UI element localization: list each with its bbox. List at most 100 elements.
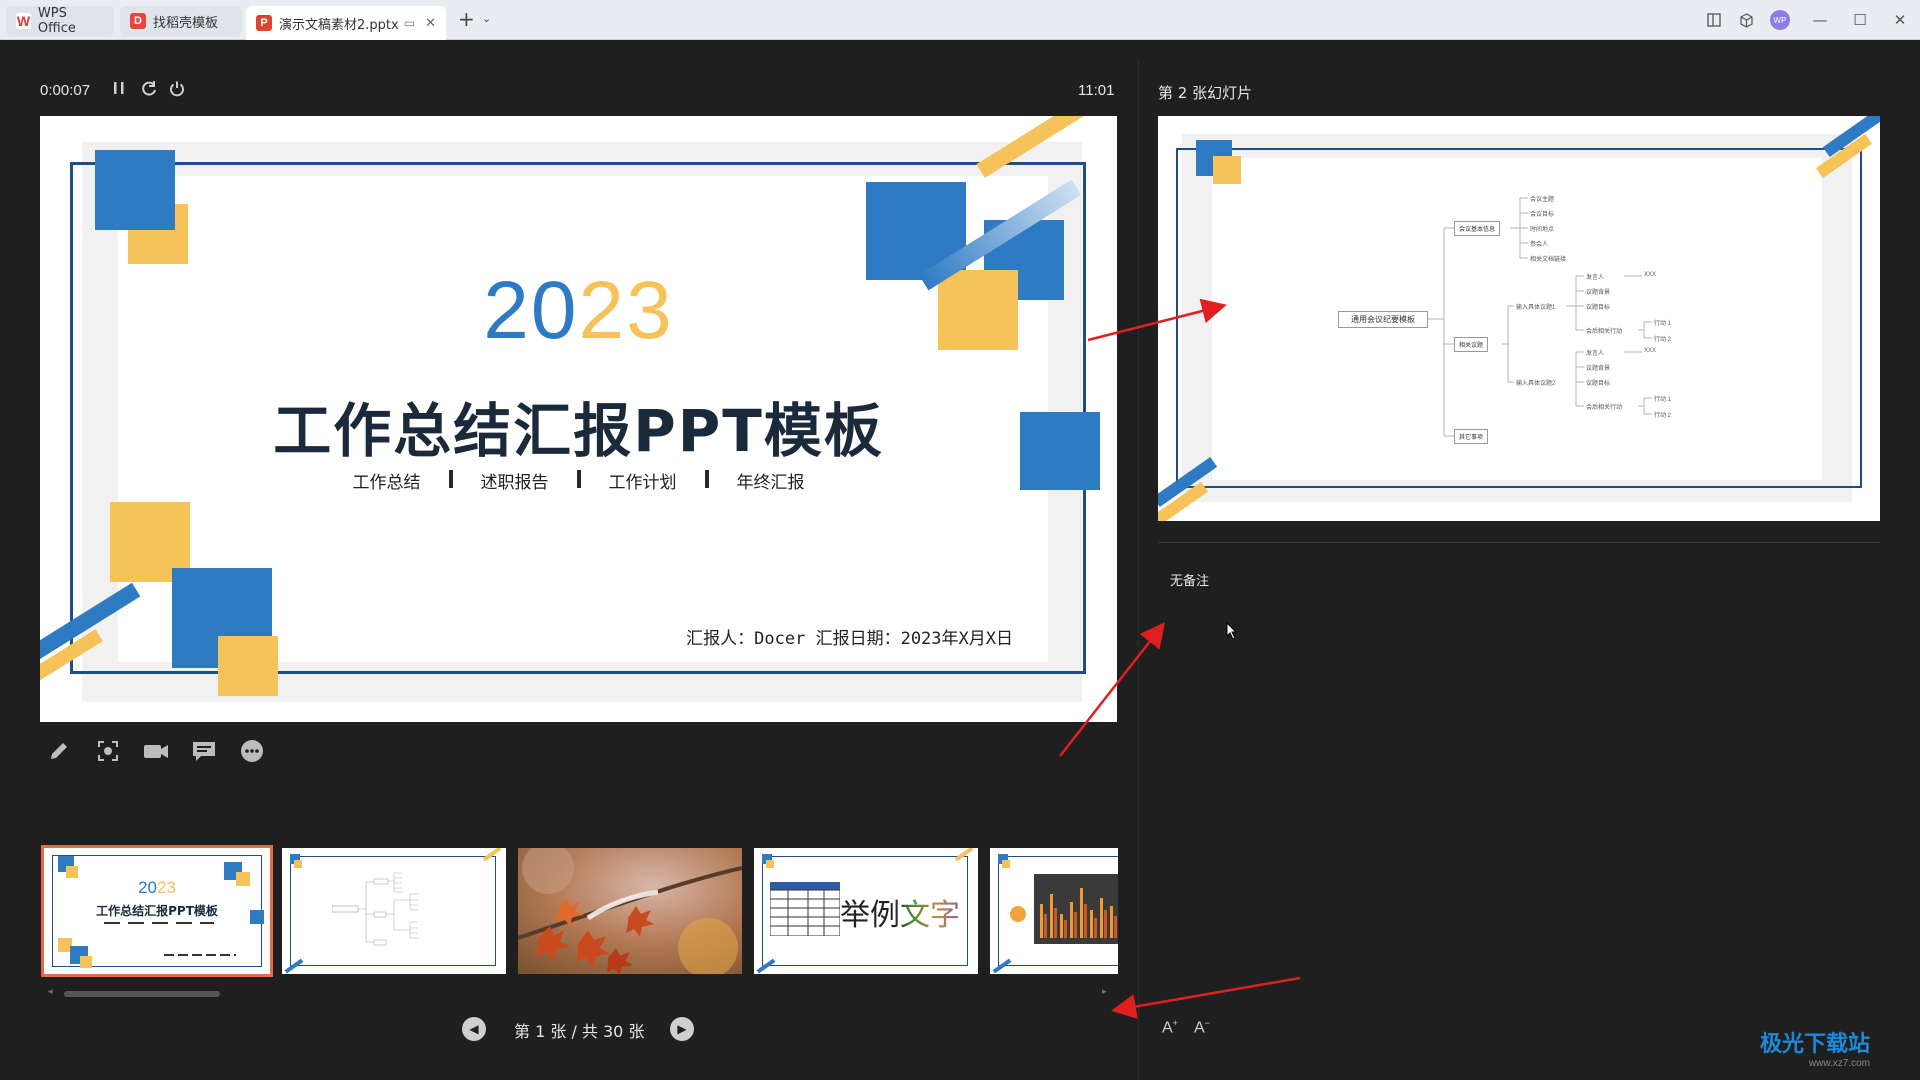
maximize-button[interactable]: ☐ xyxy=(1848,8,1872,32)
tab-bar: W WPS Office D 找稻壳模板 P 演示文稿素材2.pptx ▭ ✕ … xyxy=(0,0,1920,40)
mindmap-branch: 其它事项 xyxy=(1454,429,1489,444)
mindmap-branch: 相关议题 xyxy=(1454,337,1489,352)
thumb-mindmap xyxy=(332,872,418,946)
pause-icon[interactable] xyxy=(112,80,126,101)
thumbnail-scrollbar[interactable] xyxy=(64,991,220,997)
thumbnail-slide-3[interactable] xyxy=(518,848,742,974)
camera-icon[interactable] xyxy=(142,738,170,764)
thumb-title: 工作总结汇报PPT模板 xyxy=(96,904,218,918)
pen-icon[interactable] xyxy=(45,738,73,764)
next-slide-label: 第 2 张幻灯片 xyxy=(1158,84,1253,102)
close-window-button[interactable]: ✕ xyxy=(1888,8,1912,32)
thumbnail-slide-1[interactable]: 2023 工作总结汇报PPT模板 xyxy=(41,845,273,977)
thumb-bar-chart xyxy=(1034,874,1118,944)
notes-divider xyxy=(1158,542,1880,543)
thumb-reporter-line xyxy=(164,954,236,956)
decor-square xyxy=(66,866,78,878)
watermark-url: www.xz7.com xyxy=(1808,1058,1871,1069)
scroll-right-arrow[interactable]: ▸ xyxy=(1102,987,1107,997)
mindmap-leaf: 行动 1 xyxy=(1654,321,1672,327)
thumb-year-blue: 20 xyxy=(138,878,157,897)
thumb-table xyxy=(770,882,840,936)
mindmap-leaf: 会议目标 xyxy=(1530,212,1555,218)
mindmap-root: 通用会议纪要模板 xyxy=(1338,311,1428,328)
reset-icon[interactable] xyxy=(140,80,158,103)
elapsed-timer: 0:00:07 xyxy=(40,82,91,99)
mindmap-leaf: 输入具体议题2 xyxy=(1516,381,1556,387)
minimize-button[interactable]: — xyxy=(1808,8,1832,32)
mindmap-leaf: 议题目标 xyxy=(1586,305,1611,311)
user-avatar[interactable]: WP xyxy=(1768,8,1792,32)
close-tab-icon[interactable]: ✕ xyxy=(425,16,436,31)
speaker-notes[interactable]: 无备注 xyxy=(1170,570,1209,589)
subtitle-icon[interactable] xyxy=(190,738,218,764)
current-time: 11:01 xyxy=(1078,82,1115,99)
font-increase-button[interactable]: A+ xyxy=(1162,1018,1178,1037)
font-decrease-button[interactable]: A− xyxy=(1194,1018,1210,1037)
mindmap-leaf: 会后相关行动 xyxy=(1586,329,1623,335)
slide-subtitles: 工作总结 述职报告 工作计划 年终汇报 xyxy=(40,468,1117,493)
autumn-leaves-photo xyxy=(518,848,742,974)
thumbnail-slide-5[interactable] xyxy=(990,848,1118,974)
mindmap-leaf: 议题目标 xyxy=(1586,381,1611,387)
previous-slide-button[interactable]: ◀ xyxy=(462,1017,486,1041)
tab-label: 找稻壳模板 xyxy=(153,15,219,31)
tab-docer-templates[interactable]: D 找稻壳模板 xyxy=(120,6,242,36)
subtitle-item: 年终汇报 xyxy=(736,473,805,493)
mindmap-leaf: XXX xyxy=(1644,348,1657,354)
thumbnail-slide-2[interactable] xyxy=(282,848,506,974)
page-indicator: 第 1 张 / 共 30 张 xyxy=(514,1022,645,1041)
mindmap-connectors xyxy=(1428,197,1652,437)
new-tab-button[interactable]: + xyxy=(458,9,475,29)
mindmap-leaf: 议题背景 xyxy=(1586,290,1611,296)
decor-square xyxy=(95,150,175,230)
thumbnail-slide-4[interactable]: 举例文字 xyxy=(754,848,978,974)
mindmap-leaf: 输入具体议题1 xyxy=(1516,305,1556,311)
more-options-icon[interactable] xyxy=(238,738,266,764)
mindmap-leaf: 行动 1 xyxy=(1654,397,1672,403)
slide-title: 工作总结汇报PPT模板 xyxy=(273,397,884,465)
decor-square xyxy=(294,860,302,868)
monitor-icon[interactable]: ▭ xyxy=(404,16,415,30)
watermark: 极光下载站 www.xz7.com xyxy=(1760,1026,1870,1069)
slide-year: 2023 xyxy=(40,264,1117,358)
tab-wps-office[interactable]: W WPS Office xyxy=(6,6,114,36)
mindmap-leaf: 相关文档链接 xyxy=(1530,257,1567,263)
thumb-subtitle-line xyxy=(104,922,214,924)
mindmap-leaf: 发言人 xyxy=(1586,351,1605,357)
subtitle-item: 工作总结 xyxy=(352,473,421,493)
year-part-yellow: 23 xyxy=(578,265,674,356)
power-icon[interactable] xyxy=(168,80,186,103)
decor-square xyxy=(218,636,278,696)
mindmap-leaf: 会议主题 xyxy=(1530,197,1555,203)
year-part-blue: 20 xyxy=(483,265,579,356)
scroll-left-arrow[interactable]: ◂ xyxy=(48,987,53,997)
thumb-sample-text: 举例文字 xyxy=(840,890,960,934)
mindmap-leaf: XXX xyxy=(1644,272,1657,278)
tab-presentation-file[interactable]: P 演示文稿素材2.pptx ▭ ✕ xyxy=(246,6,446,40)
ppt-file-icon: P xyxy=(256,15,272,31)
current-slide[interactable]: 2023 工作总结汇报PPT模板 工作总结 述职报告 工作计划 年终汇报 汇报人… xyxy=(40,116,1117,722)
thumb-year: 2023 xyxy=(44,878,270,898)
wps-logo-icon: W xyxy=(16,13,31,29)
slide-reporter: 汇报人：Docer 汇报日期：2023年X月X日 xyxy=(686,629,1013,649)
mindmap-leaf: 会后相关行动 xyxy=(1586,405,1623,411)
watermark-logo: 极光下载站 xyxy=(1760,1032,1871,1057)
cube-icon[interactable] xyxy=(1734,8,1758,32)
docer-logo-icon: D xyxy=(130,13,146,29)
screen-focus-icon[interactable] xyxy=(94,738,122,764)
next-slide-preview[interactable]: 通用会议纪要模板 会议基本信息 相关议题 其它事项 会议主题 会议目标 时间地点… xyxy=(1158,116,1880,521)
thumb-year-yellow: 23 xyxy=(157,878,176,897)
mindmap-leaf: 行动 2 xyxy=(1654,337,1672,343)
mindmap-leaf: 行动 2 xyxy=(1654,413,1672,419)
thumb-sample-text-label: 举例文字 xyxy=(840,898,960,933)
mindmap-leaf: 参会人 xyxy=(1530,242,1549,248)
decor-square xyxy=(80,956,92,968)
thumb-badge xyxy=(1010,906,1026,922)
next-slide-button[interactable]: ▶ xyxy=(670,1017,694,1041)
tab-label: 演示文稿素材2.pptx xyxy=(279,17,399,33)
chevron-down-icon[interactable]: ⌄ xyxy=(482,12,491,25)
subtitle-item: 述职报告 xyxy=(480,473,549,493)
layout-icon[interactable] xyxy=(1702,8,1726,32)
subtitle-item: 工作计划 xyxy=(608,473,677,493)
